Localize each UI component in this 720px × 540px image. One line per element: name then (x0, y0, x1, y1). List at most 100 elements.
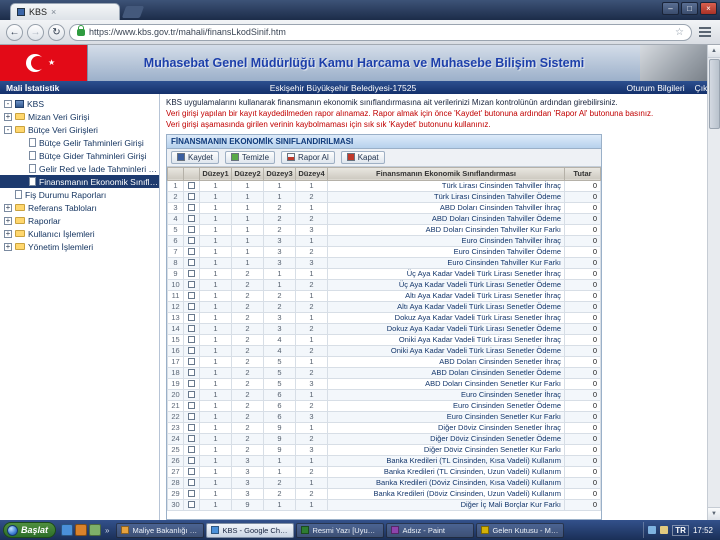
row-checkbox[interactable] (188, 501, 195, 509)
tray-network-icon[interactable] (648, 526, 657, 534)
row-checkbox[interactable] (188, 336, 195, 344)
row-checkbox[interactable] (188, 226, 195, 234)
amount-cell[interactable]: 0 (564, 300, 601, 313)
row-checkbox[interactable] (188, 270, 195, 278)
row-checkbox[interactable] (188, 369, 195, 377)
sidebar-item[interactable]: Bütçe Gider Tahminleri Girişi (0, 149, 159, 162)
amount-cell[interactable]: 0 (564, 179, 601, 192)
row-checkbox[interactable] (188, 281, 195, 289)
row-checkbox[interactable] (188, 182, 195, 190)
row-checkbox[interactable] (188, 325, 195, 333)
row-checkbox[interactable] (188, 380, 195, 388)
amount-cell[interactable]: 0 (564, 377, 601, 390)
row-checkbox[interactable] (188, 193, 195, 201)
sidebar-item[interactable]: Gelir Red ve İade Tahminleri Girişi (0, 162, 159, 175)
taskbar-button[interactable]: Gelen Kutusu - Mic... (476, 522, 565, 538)
amount-cell[interactable]: 0 (564, 256, 601, 269)
row-checkbox[interactable] (188, 259, 195, 267)
sidebar-item[interactable]: Bütçe Gelir Tahminleri Girişi (0, 136, 159, 149)
taskbar-button[interactable]: Resmi Yazı [Uyumlu... (296, 522, 385, 538)
new-tab-button[interactable] (121, 6, 145, 18)
amount-cell[interactable]: 0 (564, 355, 601, 368)
row-checkbox[interactable] (188, 358, 195, 366)
wrench-menu-icon[interactable] (699, 27, 711, 29)
row-checkbox[interactable] (188, 237, 195, 245)
vertical-scrollbar[interactable]: ▲ ▼ (707, 45, 720, 520)
amount-cell[interactable]: 0 (564, 487, 601, 500)
scroll-up-icon[interactable]: ▲ (707, 45, 720, 58)
amount-cell[interactable]: 0 (564, 399, 601, 412)
quick-launch-icon[interactable] (61, 524, 74, 536)
tree-expander-icon[interactable]: + (4, 112, 12, 121)
scroll-down-icon[interactable]: ▼ (707, 507, 720, 520)
refresh-button[interactable]: ↻ (48, 23, 65, 41)
sidebar-item[interactable]: Fiş Durumu Raporları (0, 188, 159, 201)
row-checkbox[interactable] (188, 292, 195, 300)
amount-cell[interactable]: 0 (564, 201, 601, 214)
amount-cell[interactable]: 0 (564, 498, 601, 511)
back-button[interactable]: ← (6, 23, 23, 41)
tab-close-icon[interactable]: × (51, 8, 56, 17)
amount-cell[interactable]: 0 (564, 311, 601, 324)
maximize-button[interactable]: □ (681, 2, 698, 15)
taskbar-button[interactable]: Adsız - Paint (386, 522, 475, 538)
amount-cell[interactable]: 0 (564, 388, 601, 401)
tray-volume-icon[interactable] (660, 526, 669, 534)
amount-cell[interactable]: 0 (564, 289, 601, 302)
quick-launch-icon[interactable] (89, 524, 102, 536)
browser-tab[interactable]: KBS × (10, 3, 120, 20)
amount-cell[interactable]: 0 (564, 454, 601, 467)
forward-button[interactable]: → (27, 23, 44, 41)
close-button[interactable]: × (700, 2, 717, 15)
amount-cell[interactable]: 0 (564, 278, 601, 291)
amount-cell[interactable]: 0 (564, 443, 601, 456)
amount-cell[interactable]: 0 (564, 223, 601, 236)
overflow-chevron-icon[interactable]: » (105, 526, 109, 535)
sidebar-item[interactable]: + Raporlar (0, 214, 159, 227)
row-checkbox[interactable] (188, 435, 195, 443)
sidebar-item[interactable]: + Referans Tabloları (0, 201, 159, 214)
url-bar[interactable]: https://www.kbs.gov.tr/mahali/finansLkod… (69, 23, 692, 41)
row-checkbox[interactable] (188, 215, 195, 223)
close-button[interactable]: Kapat (340, 150, 385, 164)
amount-cell[interactable]: 0 (564, 476, 601, 489)
amount-cell[interactable]: 0 (564, 212, 601, 225)
amount-cell[interactable]: 0 (564, 344, 601, 357)
taskbar-button[interactable]: KBS - Google Chrome (206, 522, 295, 538)
tree-expander-icon[interactable]: + (4, 203, 12, 212)
sidebar-item[interactable]: - KBS (0, 97, 159, 110)
row-checkbox[interactable] (188, 391, 195, 399)
tree-expander-icon[interactable]: + (4, 216, 12, 225)
row-checkbox[interactable] (188, 446, 195, 454)
sidebar-item[interactable]: + Mizan Veri Girişi (0, 110, 159, 123)
tree-expander-icon[interactable]: + (4, 242, 12, 251)
amount-cell[interactable]: 0 (564, 465, 601, 478)
amount-cell[interactable]: 0 (564, 322, 601, 335)
bookmark-star-icon[interactable]: ☆ (675, 27, 684, 38)
clear-button[interactable]: Temizle (224, 150, 276, 164)
row-checkbox[interactable] (188, 468, 195, 476)
amount-cell[interactable]: 0 (564, 234, 601, 247)
row-checkbox[interactable] (188, 424, 195, 432)
amount-cell[interactable]: 0 (564, 366, 601, 379)
row-checkbox[interactable] (188, 402, 195, 410)
session-info-link[interactable]: Oturum Bilgileri (627, 83, 685, 93)
tree-expander-icon[interactable]: - (4, 125, 12, 134)
sidebar-item[interactable]: Finansmanın Ekonomik Sınıflandırması (0, 175, 159, 188)
amount-cell[interactable]: 0 (564, 410, 601, 423)
row-checkbox[interactable] (188, 347, 195, 355)
row-checkbox[interactable] (188, 413, 195, 421)
amount-cell[interactable]: 0 (564, 421, 601, 434)
sidebar-item[interactable]: - Bütçe Veri Girişleri (0, 123, 159, 136)
row-checkbox[interactable] (188, 314, 195, 322)
scrollbar-thumb[interactable] (708, 59, 720, 129)
sidebar-item[interactable]: + Yönetim İşlemleri (0, 240, 159, 253)
amount-cell[interactable]: 0 (564, 432, 601, 445)
save-button[interactable]: Kaydet (171, 150, 219, 164)
row-checkbox[interactable] (188, 248, 195, 256)
row-checkbox[interactable] (188, 490, 195, 498)
row-checkbox[interactable] (188, 204, 195, 212)
tree-expander-icon[interactable]: - (4, 99, 12, 108)
amount-cell[interactable]: 0 (564, 245, 601, 258)
row-checkbox[interactable] (188, 303, 195, 311)
